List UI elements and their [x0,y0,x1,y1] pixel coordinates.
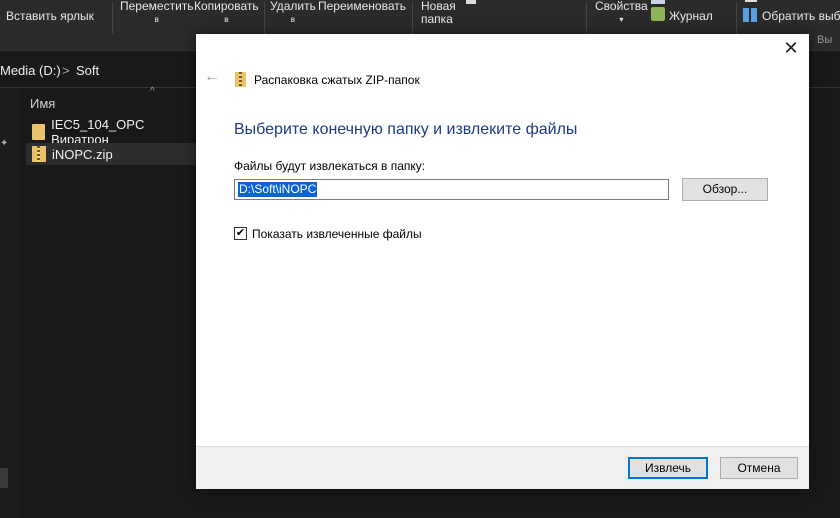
select-all-icon [745,0,757,2]
browse-button[interactable]: Обзор... [682,178,768,201]
rename-button[interactable]: Переименовать [318,0,406,13]
history-button[interactable]: Журнал [669,10,713,23]
history-icon [651,7,665,21]
show-files-label[interactable]: Показать извлеченные файлы [252,227,422,241]
open-icon [651,0,665,4]
sort-ascending-icon: ^ [150,86,155,97]
extract-zip-dialog: ✕ ← Распаковка сжатых ZIP-папок Выберите… [196,34,809,489]
new-folder-button[interactable]: Новая папка [421,0,456,26]
properties-caret: ▾ [619,15,624,24]
copy-to-button[interactable]: Копировать в [194,0,259,26]
delete-caret: в [290,15,296,24]
properties-label: Свойства [595,0,648,13]
dialog-footer: Извлечь Отмена [196,446,809,489]
extract-button[interactable]: Извлечь [628,457,708,479]
paste-shortcut-button[interactable]: Вставить ярлык [6,10,94,23]
zip-folder-icon [235,72,246,87]
back-arrow-icon[interactable]: ← [204,68,220,86]
zip-folder-icon [32,146,46,162]
file-list-item[interactable]: iNOPC.zip [26,143,196,165]
invert-selection-icon [743,8,757,22]
ribbon-group-label: Вы [817,34,833,46]
properties-button[interactable]: Свойства ▾ [595,0,648,26]
breadcrumb-folder[interactable]: Soft [76,63,99,78]
dialog-title: Распаковка сжатых ZIP-папок [254,73,420,87]
column-header-name[interactable]: Имя [30,96,55,111]
delete-button[interactable]: Удалить в [270,0,316,26]
move-to-button[interactable]: Переместить в [120,0,194,26]
move-to-caret: в [154,15,159,24]
destination-path-text: D:\Soft\iNOPC [238,182,318,197]
breadcrumb-drive[interactable]: Media (D:) [0,63,61,78]
folder-icon [32,124,46,140]
breadcrumb-separator: > [62,63,70,78]
ribbon-separator [736,2,737,34]
ribbon-separator [264,2,265,34]
invert-selection-button[interactable]: Обратить выбор [762,10,840,23]
move-to-label: Переместить [120,0,194,13]
pin-icon: ✦ [0,138,9,149]
delete-label: Удалить [270,0,316,13]
destination-label: Файлы будут извлекаться в папку: [234,159,426,173]
navigation-pane[interactable]: ✦ [0,88,20,518]
file-list-item[interactable]: IEC5_104_OPC Виратрон [26,117,196,147]
ribbon-separator [412,2,413,34]
ribbon-separator [112,2,113,34]
close-icon[interactable]: ✕ [781,38,801,59]
ribbon-separator [586,2,587,34]
copy-to-label: Копировать [194,0,259,13]
new-item-icon [466,0,476,4]
file-name: iNOPC.zip [52,146,113,162]
dialog-heading: Выберите конечную папку и извлеките файл… [234,121,578,138]
show-files-checkbox[interactable]: ✔ [234,227,247,240]
new-folder-label-2: папка [421,12,453,26]
copy-to-caret: в [224,15,229,24]
cancel-button[interactable]: Отмена [720,457,798,479]
nav-scrollbar[interactable] [0,468,8,488]
